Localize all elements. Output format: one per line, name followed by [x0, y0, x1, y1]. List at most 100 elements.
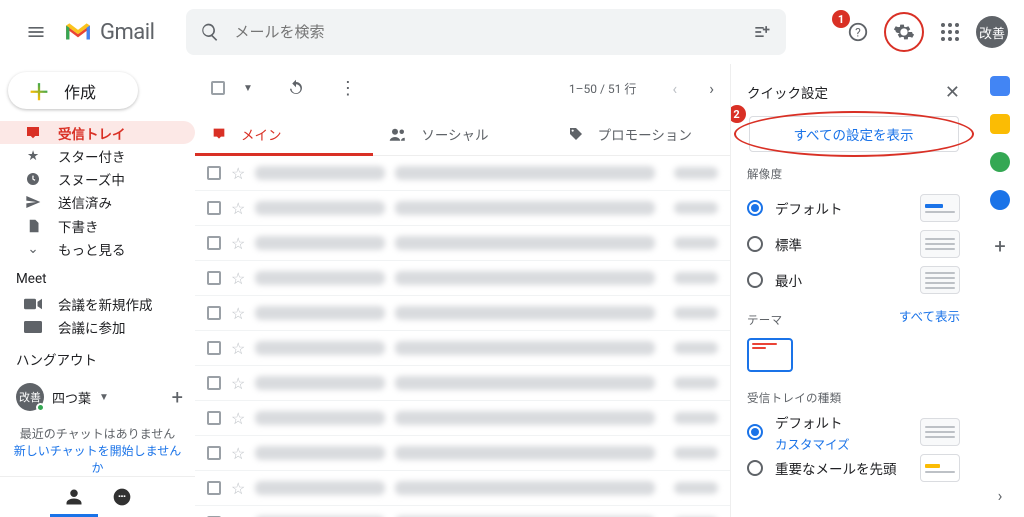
search-bar[interactable] — [186, 9, 786, 55]
nav-label: 下書き — [58, 216, 99, 236]
footer-person-icon[interactable] — [50, 477, 98, 517]
select-dropdown-icon[interactable]: ▼ — [243, 83, 253, 94]
nav-drafts[interactable]: 下書き — [0, 214, 195, 237]
more-icon[interactable]: ⋮ — [339, 78, 357, 99]
mail-row[interactable]: ☆ — [195, 401, 730, 436]
opt-label: 最小 — [775, 270, 802, 290]
row-star-icon[interactable]: ☆ — [231, 444, 245, 463]
row-checkbox[interactable] — [207, 201, 221, 215]
nav-sent[interactable]: 送信済み — [0, 191, 195, 214]
row-checkbox[interactable] — [207, 236, 221, 250]
row-checkbox[interactable] — [207, 481, 221, 495]
theme-option[interactable] — [747, 338, 793, 372]
row-checkbox[interactable] — [207, 341, 221, 355]
search-options-icon[interactable] — [752, 22, 772, 42]
chat-start-link[interactable]: 新しいチャットを開始しませんか — [10, 442, 185, 476]
nav-more[interactable]: ⌄もっと見る — [0, 237, 195, 260]
mail-list-column: ▼ ⋮ 1–50 / 51 行 ‹ › メイン ソーシャル プロモーション — [195, 64, 731, 517]
keep-app-icon[interactable] — [990, 114, 1010, 134]
select-all-checkbox[interactable] — [211, 81, 225, 95]
inbox-type-important[interactable]: 重要なメールを先頭 — [747, 450, 960, 486]
pagination-count: 1–50 / 51 行 — [569, 80, 636, 97]
people-icon — [389, 127, 407, 141]
see-all-settings-button[interactable]: 2 すべての設定を表示 — [749, 116, 959, 152]
settings-icon[interactable] — [884, 12, 924, 52]
page-prev-icon[interactable]: ‹ — [672, 79, 677, 98]
meet-new[interactable]: 会議を新規作成 — [0, 293, 195, 316]
account-avatar[interactable]: 改善 — [976, 16, 1008, 48]
mail-row[interactable]: ☆ — [195, 366, 730, 401]
tasks-app-icon[interactable] — [990, 152, 1010, 172]
mail-row[interactable]: ☆ — [195, 506, 730, 517]
mail-row[interactable]: ☆ — [195, 471, 730, 506]
tab-social[interactable]: ソーシャル — [373, 112, 551, 155]
apps-icon[interactable] — [930, 12, 970, 52]
row-star-icon[interactable]: ☆ — [231, 199, 245, 218]
meet-label: 会議を新規作成 — [58, 294, 153, 314]
row-star-icon[interactable]: ☆ — [231, 234, 245, 253]
search-input[interactable] — [234, 23, 738, 41]
footer-chat-icon[interactable] — [98, 477, 146, 517]
mail-row[interactable]: ☆ — [195, 156, 730, 191]
compose-label: 作成 — [64, 79, 96, 103]
row-star-icon[interactable]: ☆ — [231, 339, 245, 358]
row-star-icon[interactable]: ☆ — [231, 304, 245, 323]
contacts-app-icon[interactable] — [990, 190, 1010, 210]
nav-inbox[interactable]: 受信トレイ — [0, 121, 195, 144]
mail-row[interactable]: ☆ — [195, 331, 730, 366]
row-checkbox[interactable] — [207, 376, 221, 390]
tab-promotions[interactable]: プロモーション — [552, 112, 730, 155]
menu-icon[interactable] — [16, 12, 56, 52]
row-checkbox[interactable] — [207, 271, 221, 285]
collapse-rail-icon[interactable]: › — [998, 486, 1003, 505]
row-checkbox[interactable] — [207, 446, 221, 460]
addons-plus-icon[interactable]: + — [990, 236, 1010, 256]
row-star-icon[interactable]: ☆ — [231, 409, 245, 428]
nav-snoozed[interactable]: スヌーズ中 — [0, 168, 195, 191]
gmail-logo[interactable]: Gmail — [64, 20, 154, 45]
hangouts-user-row[interactable]: 改善 四つ葉 ▼ + — [0, 375, 195, 411]
inbox-customize-link[interactable]: カスタマイズ — [775, 434, 850, 453]
support-icon[interactable]: ? 1 — [838, 12, 878, 52]
row-checkbox[interactable] — [207, 166, 221, 180]
row-star-icon[interactable]: ☆ — [231, 479, 245, 498]
refresh-icon[interactable] — [287, 79, 305, 97]
calendar-app-icon[interactable] — [990, 76, 1010, 96]
tab-primary[interactable]: メイン — [195, 112, 373, 155]
mail-row[interactable]: ☆ — [195, 296, 730, 331]
density-default[interactable]: デフォルト — [747, 190, 960, 226]
draft-icon — [24, 218, 42, 234]
sidebar-footer — [0, 476, 195, 517]
inbox-type-default[interactable]: デフォルト カスタマイズ — [747, 414, 960, 450]
density-compact[interactable]: 最小 — [747, 262, 960, 298]
mail-row[interactable]: ☆ — [195, 226, 730, 261]
add-chat-icon[interactable]: + — [172, 385, 183, 409]
mail-row[interactable]: ☆ — [195, 261, 730, 296]
video-icon — [24, 297, 42, 311]
compose-button[interactable]: ＋ 作成 — [8, 72, 138, 109]
mail-row[interactable]: ☆ — [195, 436, 730, 471]
chevron-down-icon[interactable]: ▼ — [99, 392, 109, 403]
hangouts-avatar: 改善 — [16, 383, 44, 411]
row-star-icon[interactable]: ☆ — [231, 374, 245, 393]
chat-empty-text: 最近のチャットはありません — [10, 425, 185, 442]
nav-label: 受信トレイ — [58, 123, 126, 143]
nav-label: 送信済み — [58, 192, 112, 212]
nav-starred[interactable]: ★スター付き — [0, 144, 195, 167]
opt-label: デフォルト — [775, 412, 850, 432]
row-star-icon[interactable]: ☆ — [231, 514, 245, 517]
chevron-down-icon: ⌄ — [24, 241, 42, 257]
tab-label: プロモーション — [598, 124, 692, 144]
row-star-icon[interactable]: ☆ — [231, 269, 245, 288]
density-comfortable[interactable]: 標準 — [747, 226, 960, 262]
header: Gmail ? 1 改善 — [0, 0, 1024, 64]
row-star-icon[interactable]: ☆ — [231, 164, 245, 183]
mail-row[interactable]: ☆ — [195, 191, 730, 226]
page-next-icon[interactable]: › — [709, 79, 714, 98]
theme-view-all-link[interactable]: すべて表示 — [899, 306, 960, 325]
close-icon[interactable]: ✕ — [945, 82, 960, 103]
meet-join[interactable]: 会議に参加 — [0, 316, 195, 339]
row-checkbox[interactable] — [207, 411, 221, 425]
row-checkbox[interactable] — [207, 306, 221, 320]
hangouts-header: ハングアウト — [0, 339, 195, 375]
